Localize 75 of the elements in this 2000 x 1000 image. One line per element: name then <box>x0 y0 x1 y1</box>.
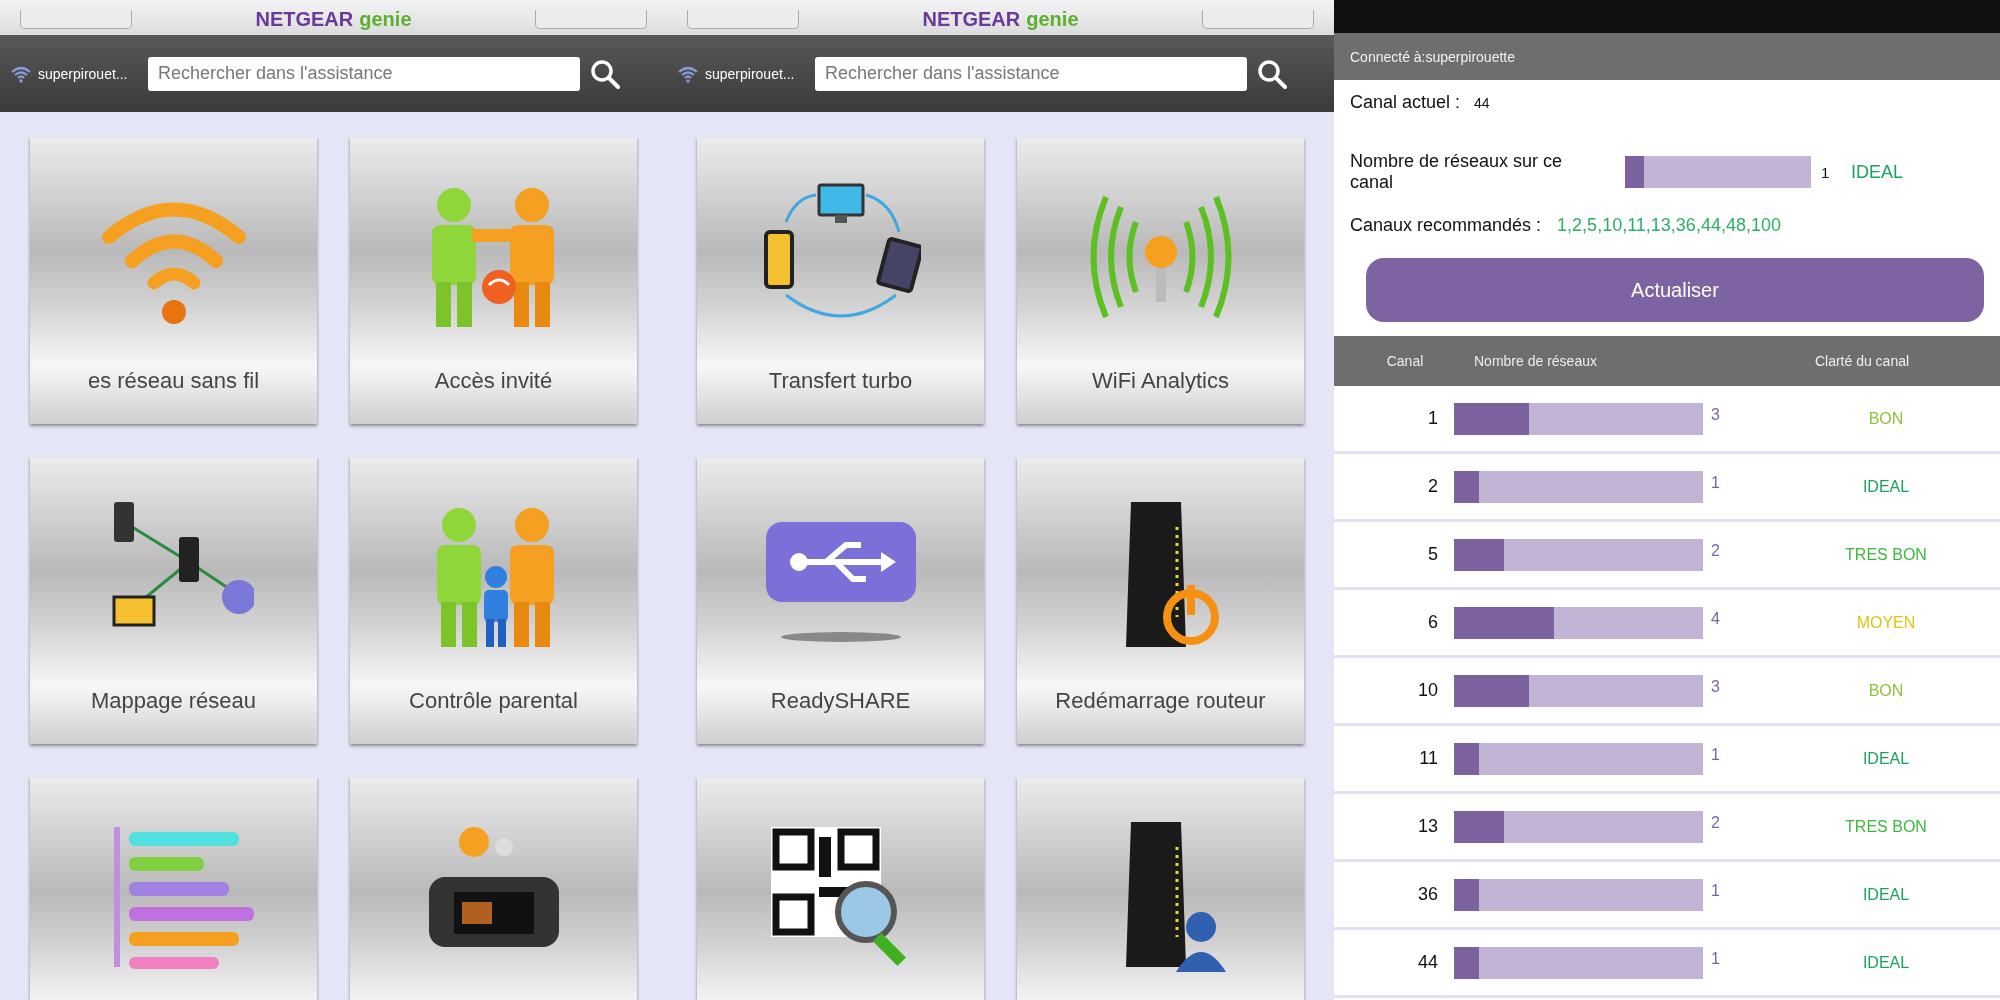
network-count: 1 <box>1710 473 1721 492</box>
feature-tile[interactable]: Mappage réseau <box>30 457 317 744</box>
channel-number: 10 <box>1416 680 1438 701</box>
channel-number: 44 <box>1416 952 1438 973</box>
feature-tile[interactable] <box>697 777 984 1000</box>
channel-number: 2 <box>1427 476 1438 497</box>
feature-tile[interactable]: es réseau sans fil <box>30 137 317 424</box>
media-player-icon <box>428 827 559 947</box>
wifi-icon <box>101 202 246 324</box>
devices-cycle-icon <box>763 183 921 318</box>
router-power-icon <box>1125 502 1219 647</box>
brand-logo-text: NETGEAR <box>922 9 1021 29</box>
network-count: 2 <box>1710 813 1721 832</box>
product-logo-text: genie <box>359 9 412 29</box>
search-icon[interactable] <box>590 58 620 89</box>
channel-rating: BON <box>1867 681 1905 700</box>
channel-number: 5 <box>1427 544 1438 565</box>
family-icon <box>436 508 554 647</box>
wifi-icon <box>677 64 699 83</box>
networks-count: 1 <box>1821 163 1831 181</box>
network-name: superpirouet... <box>38 65 128 82</box>
current-channel-label: Canal actuel : <box>1350 92 1461 113</box>
people-icon <box>431 188 554 327</box>
channel-rating: MOYEN <box>1855 613 1917 632</box>
recommended-channels: 1,2,5,10,11,13,36,44,48,100 <box>1557 215 1781 236</box>
feature-tile[interactable]: WiFi Analytics <box>1017 137 1304 424</box>
networks-label: Nombre de réseaux sur ce canal <box>1350 151 1564 193</box>
recommended-label: Canaux recommandés : <box>1350 215 1542 236</box>
network-count: 4 <box>1710 609 1721 628</box>
network-count: 1 <box>1710 881 1721 900</box>
feature-tile[interactable] <box>350 777 637 1000</box>
network-name: superpirouet... <box>705 65 795 82</box>
feature-tile[interactable] <box>1017 777 1304 1000</box>
column-header: Clarté du canal <box>1813 353 1911 369</box>
brand-logo-text: NETGEAR <box>255 9 354 29</box>
channel-number: 36 <box>1416 884 1438 905</box>
feature-tile[interactable]: ReadySHARE <box>697 457 984 744</box>
channel-number: 11 <box>1418 748 1438 769</box>
channel-number: 13 <box>1416 816 1438 837</box>
search-icon[interactable] <box>1257 58 1287 89</box>
usb-icon <box>765 522 916 642</box>
feature-tile[interactable]: Contrôle parental <box>350 457 637 744</box>
feature-tile[interactable] <box>30 777 317 1000</box>
signal-waves-icon <box>1090 194 1231 320</box>
network-count: 1 <box>1710 745 1721 764</box>
bar-list-icon <box>113 827 254 969</box>
connection-status: Connecté à:superpirouette <box>1350 48 1515 65</box>
current-channel-value: 44 <box>1474 94 1490 111</box>
network-count: 3 <box>1710 405 1721 424</box>
feature-tile[interactable]: Redémarrage routeur <box>1017 457 1304 744</box>
search-field[interactable]: Rechercher dans l'assistance <box>148 56 580 91</box>
qr-magnifier-icon <box>770 827 906 966</box>
channel-number: 1 <box>1427 408 1438 429</box>
column-header: Nombre de réseaux <box>1473 353 1598 369</box>
channel-rating: TRES BON <box>1844 817 1928 836</box>
wifi-icon <box>10 64 32 83</box>
network-count: 2 <box>1710 541 1721 560</box>
search-field[interactable]: Rechercher dans l'assistance <box>815 56 1247 91</box>
channel-rating: BON <box>1867 409 1905 428</box>
network-count: 1 <box>1710 949 1721 968</box>
channel-rating: IDEAL <box>1861 885 1911 904</box>
channel-rating: IDEAL <box>1861 477 1911 496</box>
channel-rating: IDEAL <box>1861 953 1911 972</box>
feature-tile[interactable]: Accès invité <box>350 137 637 424</box>
network-map-icon <box>112 502 254 627</box>
product-logo-text: genie <box>1026 9 1079 29</box>
network-count: 3 <box>1710 677 1721 696</box>
channel-rating: IDEAL <box>1851 161 1904 183</box>
channel-number: 6 <box>1427 612 1438 633</box>
channel-rating: IDEAL <box>1861 749 1911 768</box>
channel-rating: TRES BON <box>1844 545 1928 564</box>
feature-tile[interactable]: Transfert turbo <box>697 137 984 424</box>
column-header: Canal <box>1385 353 1425 369</box>
refresh-button[interactable]: Actualiser <box>1366 258 1984 322</box>
router-user-icon <box>1125 822 1226 972</box>
